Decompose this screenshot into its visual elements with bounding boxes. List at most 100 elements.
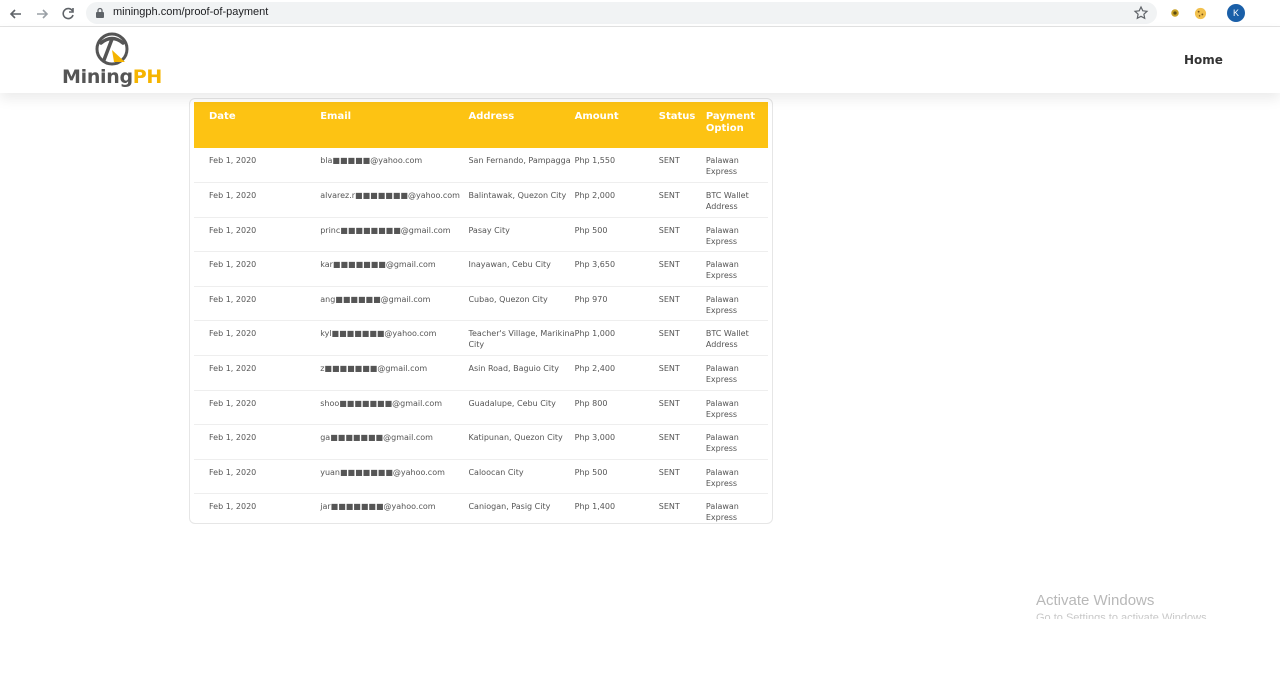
cell-status: SENT xyxy=(658,459,706,495)
cell-payment-option: BTC Wallet Address xyxy=(705,320,768,357)
cell-amount: Php 2,000 xyxy=(574,182,659,218)
cell-date: Feb 1, 2020 xyxy=(194,251,321,287)
cell-email: kar■■■■■■■@gmail.com xyxy=(320,251,469,287)
table-row: Feb 1, 2020 alvarez.r■■■■■■■@yahoo.com Bal… xyxy=(194,182,768,218)
cell-date: Feb 1, 2020 xyxy=(194,424,321,460)
lock-icon xyxy=(96,7,104,18)
cell-amount: Php 1,000 xyxy=(574,320,659,357)
cell-status: SENT xyxy=(658,493,706,523)
cell-payment-option: Palawan Express xyxy=(705,459,768,495)
table-row: Feb 1, 2020 jar■■■■■■■@yahoo.com Caniogan,… xyxy=(194,493,768,523)
cell-date: Feb 1, 2020 xyxy=(194,459,321,495)
cell-status: SENT xyxy=(658,286,706,322)
cell-payment-option: Palawan Express xyxy=(705,217,768,253)
cell-payment-option: Palawan Express xyxy=(705,286,768,322)
cell-amount: Php 1,550 xyxy=(574,148,659,184)
cell-amount: Php 800 xyxy=(574,390,659,426)
cell-payment-option: BTC Wallet Address xyxy=(705,182,768,218)
cell-date: Feb 1, 2020 xyxy=(194,217,321,253)
forward-button[interactable] xyxy=(31,3,53,25)
nav-home-link[interactable]: Home xyxy=(1184,53,1223,67)
cell-amount: Php 970 xyxy=(574,286,659,322)
cell-payment-option: Palawan Express xyxy=(705,148,768,184)
cell-address: Caloocan City xyxy=(468,459,575,495)
header-email: Email xyxy=(320,111,352,122)
cell-date: Feb 1, 2020 xyxy=(194,355,321,391)
url-text: miningph.com/proof-of-payment xyxy=(113,6,269,18)
cell-address: San Fernando, Pampagga xyxy=(468,148,575,184)
cell-status: SENT xyxy=(658,148,706,184)
cell-payment-option: Palawan Express xyxy=(705,424,768,460)
cell-email: alvarez.r■■■■■■■@yahoo.com xyxy=(320,182,469,218)
cell-amount: Php 3,650 xyxy=(574,251,659,287)
activate-windows-subtitle: Go to Settings to activate Windows. xyxy=(1036,612,1210,619)
cell-email: princ■■■■■■■■@gmail.com xyxy=(320,217,469,253)
arrow-left-icon xyxy=(9,9,21,19)
cell-date: Feb 1, 2020 xyxy=(194,493,321,523)
cell-date: Feb 1, 2020 xyxy=(194,182,321,218)
cell-amount: Php 500 xyxy=(574,217,659,253)
site-header: MiningPH Home xyxy=(0,27,1280,93)
cell-status: SENT xyxy=(658,355,706,391)
cell-address: Asin Road, Baguio City xyxy=(468,355,575,391)
pickaxe-logo-icon xyxy=(95,32,129,66)
profile-avatar[interactable]: K xyxy=(1227,4,1245,22)
table-row: Feb 1, 2020 princ■■■■■■■■@gmail.com Pasay … xyxy=(194,217,768,253)
reload-button[interactable] xyxy=(57,3,79,25)
cell-status: SENT xyxy=(658,251,706,287)
cell-address: Teacher's Village, Marikina City xyxy=(468,320,575,357)
payments-card: Date Email Address Amount Status Payment… xyxy=(189,98,773,524)
header-payment-option: Payment Option xyxy=(705,111,755,134)
cell-email: bla■■■■■@yahoo.com xyxy=(320,148,469,184)
bookmark-star-icon[interactable] xyxy=(1133,5,1149,21)
cell-address: Guadalupe, Cebu City xyxy=(468,390,575,426)
arrow-right-icon xyxy=(37,9,49,19)
cell-date: Feb 1, 2020 xyxy=(194,390,321,426)
cell-email: ang■■■■■■@gmail.com xyxy=(320,286,469,322)
table-row: Feb 1, 2020 shoo■■■■■■■@gmail.com Guadalup… xyxy=(194,390,768,426)
cell-amount: Php 2,400 xyxy=(574,355,659,391)
table-row: Feb 1, 2020 yuan■■■■■■■@yahoo.com Caloocan… xyxy=(194,459,768,495)
cell-address: Katipunan, Quezon City xyxy=(468,424,575,460)
cell-email: z■■■■■■■@gmail.com xyxy=(320,355,469,391)
table-header-row: Date Email Address Amount Status Payment… xyxy=(194,102,768,148)
cell-payment-option: Palawan Express xyxy=(705,390,768,426)
browser-toolbar: miningph.com/proof-of-payment K xyxy=(0,0,1280,27)
cell-email: kyl■■■■■■■@yahoo.com xyxy=(320,320,469,357)
site-logo[interactable]: MiningPH xyxy=(62,30,172,90)
cell-email: jar■■■■■■■@yahoo.com xyxy=(320,493,469,523)
cell-status: SENT xyxy=(658,320,706,357)
cell-amount: Php 1,400 xyxy=(574,493,659,523)
cell-amount: Php 500 xyxy=(574,459,659,495)
table-row: Feb 1, 2020 ga■■■■■■■@gmail.com Katipunan,… xyxy=(194,424,768,460)
cookie-extension-icon[interactable] xyxy=(1192,5,1208,21)
extension-icon[interactable] xyxy=(1167,5,1183,21)
cell-address: Cubao, Quezon City xyxy=(468,286,575,322)
table-row: Feb 1, 2020 z■■■■■■■@gmail.com Asin Road, … xyxy=(194,355,768,391)
cell-payment-option: Palawan Express xyxy=(705,251,768,287)
cell-address: Inayawan, Cebu City xyxy=(468,251,575,287)
cell-payment-option: Palawan Express xyxy=(705,355,768,391)
header-amount: Amount xyxy=(574,111,619,122)
cell-amount: Php 3,000 xyxy=(574,424,659,460)
address-bar[interactable]: miningph.com/proof-of-payment xyxy=(86,2,1157,24)
payments-table: Date Email Address Amount Status Payment… xyxy=(194,102,768,523)
table-body: Feb 1, 2020 bla■■■■■@yahoo.com San Fernand… xyxy=(194,148,768,523)
cell-date: Feb 1, 2020 xyxy=(194,320,321,357)
cell-status: SENT xyxy=(658,390,706,426)
cell-date: Feb 1, 2020 xyxy=(194,148,321,184)
header-address: Address xyxy=(468,111,515,122)
cell-status: SENT xyxy=(658,182,706,218)
table-row: Feb 1, 2020 kyl■■■■■■■@yahoo.com Teacher's… xyxy=(194,320,768,357)
activate-windows-title: Activate Windows xyxy=(1036,592,1155,609)
cell-email: shoo■■■■■■■@gmail.com xyxy=(320,390,469,426)
cell-email: yuan■■■■■■■@yahoo.com xyxy=(320,459,469,495)
back-button[interactable] xyxy=(5,3,27,25)
header-date: Date xyxy=(209,111,236,122)
header-status: Status xyxy=(658,111,696,122)
cell-address: Caniogan, Pasig City xyxy=(468,493,575,523)
cell-email: ga■■■■■■■@gmail.com xyxy=(320,424,469,460)
logo-wordmark: MiningPH xyxy=(62,66,163,88)
reload-icon xyxy=(62,7,74,20)
table-row: Feb 1, 2020 ang■■■■■■@gmail.com Cubao, Que… xyxy=(194,286,768,322)
